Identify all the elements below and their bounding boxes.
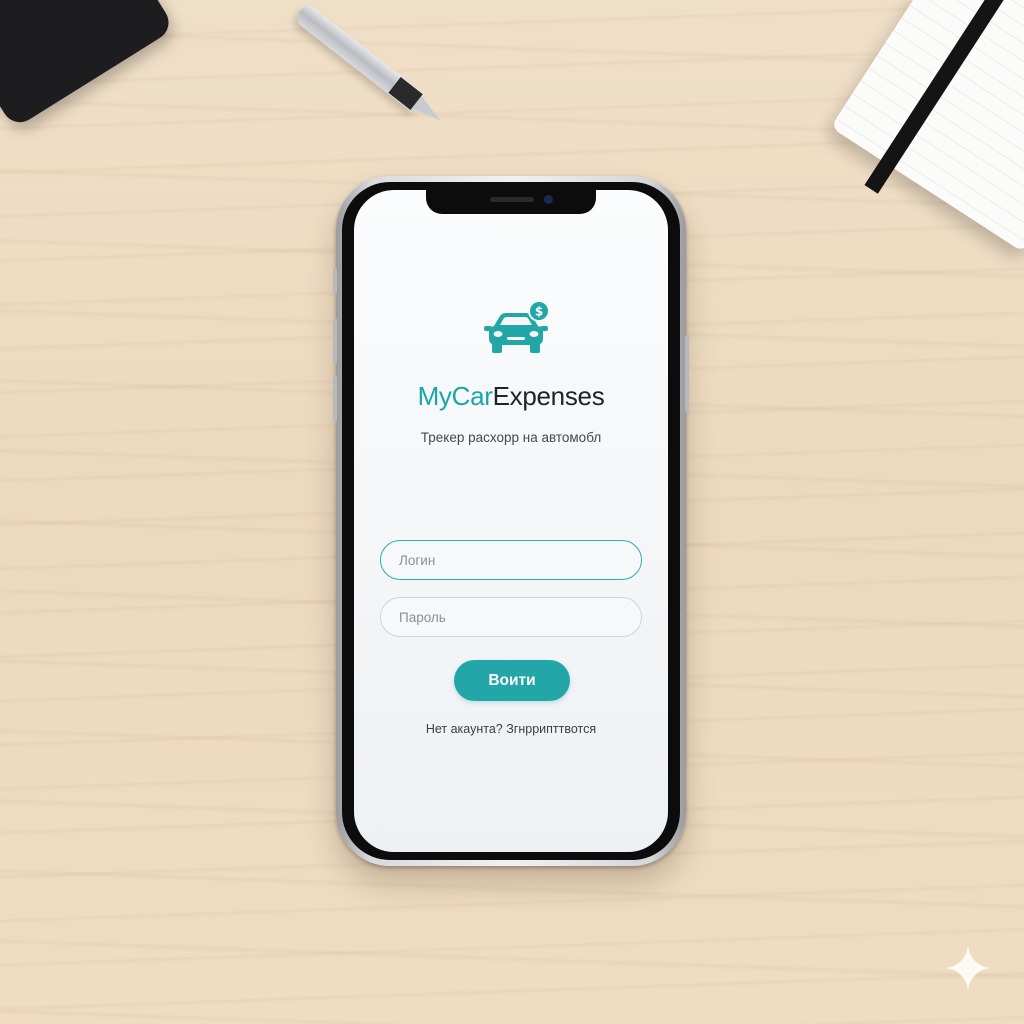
app-title: MyCarExpenses <box>354 380 668 412</box>
notebook <box>830 0 1024 253</box>
password-input[interactable]: Пароль <box>380 597 642 637</box>
app-title-part2: Expenses <box>492 381 605 411</box>
svg-text:$: $ <box>535 305 543 319</box>
pen <box>293 2 464 142</box>
sparkle-icon <box>946 946 990 990</box>
login-placeholder: Логин <box>399 552 436 568</box>
phone: $ MyCarExpenses Трекер расхорр на автомо… <box>333 176 689 866</box>
register-link[interactable]: Нет акаунта? Згнррипттвотся <box>354 722 668 736</box>
app-subtitle: Трекер расхорр на автомобл <box>420 430 602 445</box>
front-camera <box>544 195 553 204</box>
password-placeholder: Пароль <box>399 609 446 625</box>
car-dollar-icon: $ <box>484 300 550 353</box>
notch <box>426 190 596 214</box>
login-button[interactable]: Воити <box>454 660 570 701</box>
wallet <box>0 0 176 129</box>
app-title-part1: MyCar <box>417 381 493 411</box>
login-screen: $ MyCarExpenses Трекер расхорр на автомо… <box>354 190 668 852</box>
login-input[interactable]: Логин <box>380 540 642 580</box>
